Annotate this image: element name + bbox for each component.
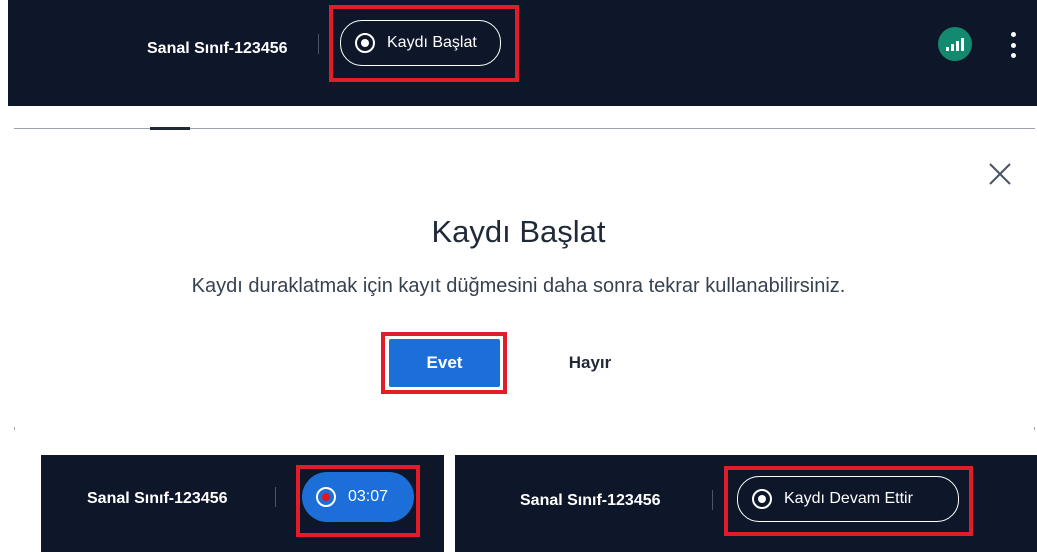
highlight-start-recording: [329, 5, 519, 82]
dialog-bottom-edge-left: [14, 427, 15, 430]
dialog-bottom-edge-right: [1034, 427, 1035, 430]
recording-divider: [275, 487, 276, 507]
dialog-message: Kaydı duraklatmak için kayıt düğmesini d…: [191, 275, 846, 297]
dialog-title: Kaydı Başlat: [431, 214, 606, 249]
highlight-yes-button: [381, 332, 507, 394]
close-icon[interactable]: [986, 160, 1014, 188]
highlight-resume-recording: [724, 466, 973, 536]
highlight-recording-timer: [296, 465, 420, 537]
paused-class-name: Sanal Sınıf-123456: [520, 492, 661, 509]
more-options-icon[interactable]: [1010, 32, 1016, 58]
no-button[interactable]: Hayır: [550, 339, 630, 387]
class-name-title: Sanal Sınıf-123456: [147, 40, 288, 57]
paused-divider: [712, 490, 713, 510]
signal-strength-icon[interactable]: [938, 27, 972, 61]
header-divider: [318, 34, 319, 54]
recording-class-name: Sanal Sınıf-123456: [87, 490, 228, 507]
dialog-top-border-accent: [150, 127, 190, 130]
